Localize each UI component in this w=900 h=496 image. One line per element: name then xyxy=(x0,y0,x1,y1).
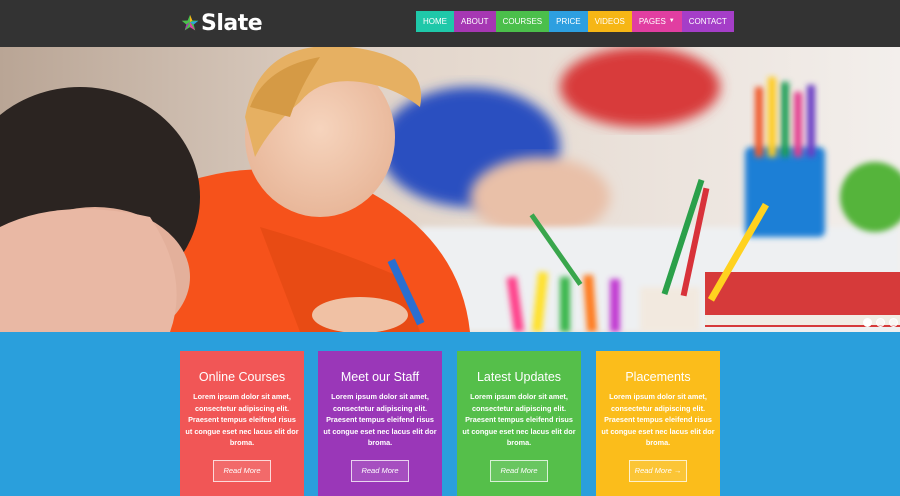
slider-dot-1[interactable] xyxy=(863,318,872,327)
feature-text: Lorem ipsum dolor sit amet, consectetur … xyxy=(462,392,576,447)
nav-home-label: HOME xyxy=(423,17,447,26)
read-more-button[interactable]: Read More xyxy=(213,460,271,482)
read-more-button[interactable]: Read More xyxy=(490,460,548,482)
nav-contact[interactable]: CONTACT xyxy=(681,11,734,32)
feature-card-placements: Placements Lorem ipsum dolor sit amet, c… xyxy=(596,351,720,496)
star-icon xyxy=(181,14,199,31)
read-more-button[interactable]: Read More → xyxy=(629,460,687,482)
nav-contact-label: CONTACT xyxy=(688,17,727,26)
nav-price-label: PRICE xyxy=(556,17,581,26)
hero-slider xyxy=(0,47,900,332)
feature-title: Latest Updates xyxy=(476,370,562,384)
feature-text: Lorem ipsum dolor sit amet, consectetur … xyxy=(185,392,299,447)
slider-dot-2[interactable] xyxy=(876,318,885,327)
nav-courses[interactable]: COURSES xyxy=(495,11,550,32)
features-section: Online Courses Lorem ipsum dolor sit ame… xyxy=(0,332,900,496)
feature-card-online-courses: Online Courses Lorem ipsum dolor sit ame… xyxy=(180,351,304,496)
brand-name: Slate xyxy=(201,10,263,36)
feature-title: Placements xyxy=(625,370,691,384)
nav-about[interactable]: ABOUT xyxy=(454,11,496,32)
nav-about-label: ABOUT xyxy=(461,17,489,26)
feature-title: Meet our Staff xyxy=(340,370,420,384)
feature-text: Lorem ipsum dolor sit amet, consectetur … xyxy=(601,392,715,447)
feature-card-latest-updates: Latest Updates Lorem ipsum dolor sit ame… xyxy=(457,351,581,496)
nav-pages[interactable]: PAGES ▼ xyxy=(631,11,682,32)
read-more-button[interactable]: Read More xyxy=(351,460,409,482)
site-logo[interactable]: Slate xyxy=(181,9,263,37)
hero-image xyxy=(0,47,900,332)
feature-title: Online Courses xyxy=(198,370,286,384)
feature-card-meet-our-staff: Meet our Staff Lorem ipsum dolor sit ame… xyxy=(318,351,442,496)
nav-videos[interactable]: VIDEOS xyxy=(587,11,632,32)
feature-text: Lorem ipsum dolor sit amet, consectetur … xyxy=(323,392,437,447)
slider-dot-3[interactable] xyxy=(889,318,898,327)
main-nav: HOME ABOUT COURSES PRICE VIDEOS PAGES ▼ C… xyxy=(416,11,734,32)
nav-videos-label: VIDEOS xyxy=(594,17,625,26)
site-header: Slate HOME ABOUT COURSES PRICE VIDEOS PA… xyxy=(0,0,900,47)
nav-home[interactable]: HOME xyxy=(416,11,454,32)
nav-price[interactable]: PRICE xyxy=(549,11,588,32)
slider-pagination xyxy=(863,318,898,327)
caret-down-icon: ▼ xyxy=(668,18,675,24)
nav-pages-label: PAGES xyxy=(638,17,666,26)
nav-courses-label: COURSES xyxy=(502,17,543,26)
